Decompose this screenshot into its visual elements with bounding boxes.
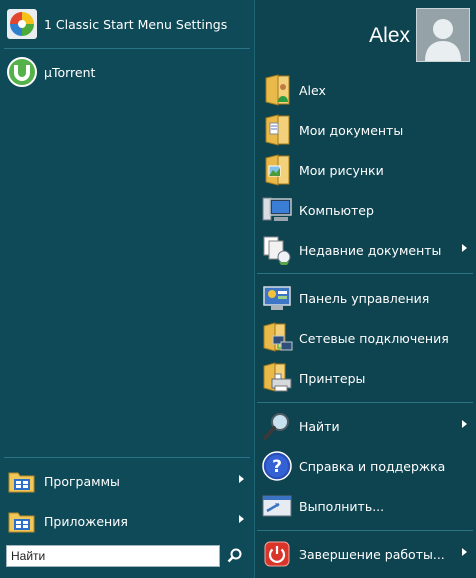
separator bbox=[4, 48, 250, 49]
shutdown-item[interactable]: Завершение работы... bbox=[259, 535, 473, 573]
help-item[interactable]: ? Справка и поддержка bbox=[259, 447, 473, 485]
programs-menu-item[interactable]: Программы bbox=[4, 462, 250, 500]
documents-item[interactable]: Мои документы bbox=[259, 111, 473, 149]
network-connections-item[interactable]: Сетевые подключения bbox=[259, 319, 473, 357]
start-menu: 1 Classic Start Menu Settings µTorrent П… bbox=[0, 0, 476, 578]
pictures-item[interactable]: Мои рисунки bbox=[259, 151, 473, 189]
computer-item[interactable]: Компьютер bbox=[259, 191, 473, 229]
control-panel-item[interactable]: Панель управления bbox=[259, 279, 473, 317]
chevron-right-icon bbox=[462, 548, 467, 556]
shutdown-icon bbox=[259, 536, 295, 572]
item-label: Alex bbox=[299, 82, 326, 98]
chevron-right-icon bbox=[239, 475, 244, 483]
printers-item[interactable]: Принтеры bbox=[259, 359, 473, 397]
user-folder-item[interactable]: Alex bbox=[259, 71, 473, 109]
item-label: Сетевые подключения bbox=[299, 330, 449, 346]
recent-documents-icon bbox=[259, 232, 295, 268]
pinned-classic-start-menu-settings[interactable]: 1 Classic Start Menu Settings bbox=[4, 5, 250, 43]
chevron-right-icon bbox=[462, 244, 467, 252]
item-label: Недавние документы bbox=[299, 242, 442, 258]
pinned-label: µTorrent bbox=[44, 64, 96, 80]
item-label: Мои документы bbox=[299, 122, 404, 138]
run-item[interactable]: Выполнить... bbox=[259, 487, 473, 525]
classic-shell-icon bbox=[4, 6, 40, 42]
apps-folder-icon bbox=[4, 503, 40, 539]
item-label: Мои рисунки bbox=[299, 162, 384, 178]
documents-folder-icon bbox=[259, 112, 295, 148]
right-pane: Alex Alex Мои документы Мои рисунки Комп… bbox=[254, 0, 476, 578]
user-folder-icon bbox=[259, 72, 295, 108]
item-label: Принтеры bbox=[299, 370, 366, 386]
svg-text:?: ? bbox=[272, 457, 282, 477]
apps-label: Приложения bbox=[44, 513, 128, 529]
search-input[interactable]: Найти bbox=[6, 545, 220, 567]
avatar[interactable] bbox=[416, 8, 470, 62]
recent-documents-item[interactable]: Недавние документы bbox=[259, 231, 473, 269]
programs-folder-icon bbox=[4, 463, 40, 499]
separator bbox=[257, 530, 473, 531]
search-icon[interactable] bbox=[226, 547, 244, 565]
user-name: Alex bbox=[369, 24, 410, 47]
item-label: Панель управления bbox=[299, 290, 430, 306]
apps-menu-item[interactable]: Приложения bbox=[4, 502, 250, 540]
find-item[interactable]: Найти bbox=[259, 407, 473, 445]
search-magnifier-icon bbox=[259, 408, 295, 444]
separator bbox=[257, 402, 473, 403]
pinned-utorrent[interactable]: µTorrent bbox=[4, 53, 250, 91]
network-connections-icon bbox=[259, 320, 295, 356]
separator bbox=[4, 457, 250, 458]
programs-label: Программы bbox=[44, 473, 120, 489]
left-pane: 1 Classic Start Menu Settings µTorrent П… bbox=[0, 0, 254, 578]
pinned-label: 1 Classic Start Menu Settings bbox=[44, 16, 228, 32]
item-label: Выполнить... bbox=[299, 498, 385, 514]
help-icon: ? bbox=[259, 448, 295, 484]
chevron-right-icon bbox=[239, 515, 244, 523]
item-label: Найти bbox=[299, 418, 340, 434]
item-label: Справка и поддержка bbox=[299, 458, 446, 474]
run-icon bbox=[259, 488, 295, 524]
separator bbox=[257, 273, 473, 274]
computer-icon bbox=[259, 192, 295, 228]
control-panel-icon bbox=[259, 280, 295, 316]
printers-icon bbox=[259, 360, 295, 396]
chevron-right-icon bbox=[462, 420, 467, 428]
utorrent-icon bbox=[4, 54, 40, 90]
item-label: Компьютер bbox=[299, 202, 374, 218]
pictures-folder-icon bbox=[259, 152, 295, 188]
item-label: Завершение работы... bbox=[299, 546, 445, 562]
